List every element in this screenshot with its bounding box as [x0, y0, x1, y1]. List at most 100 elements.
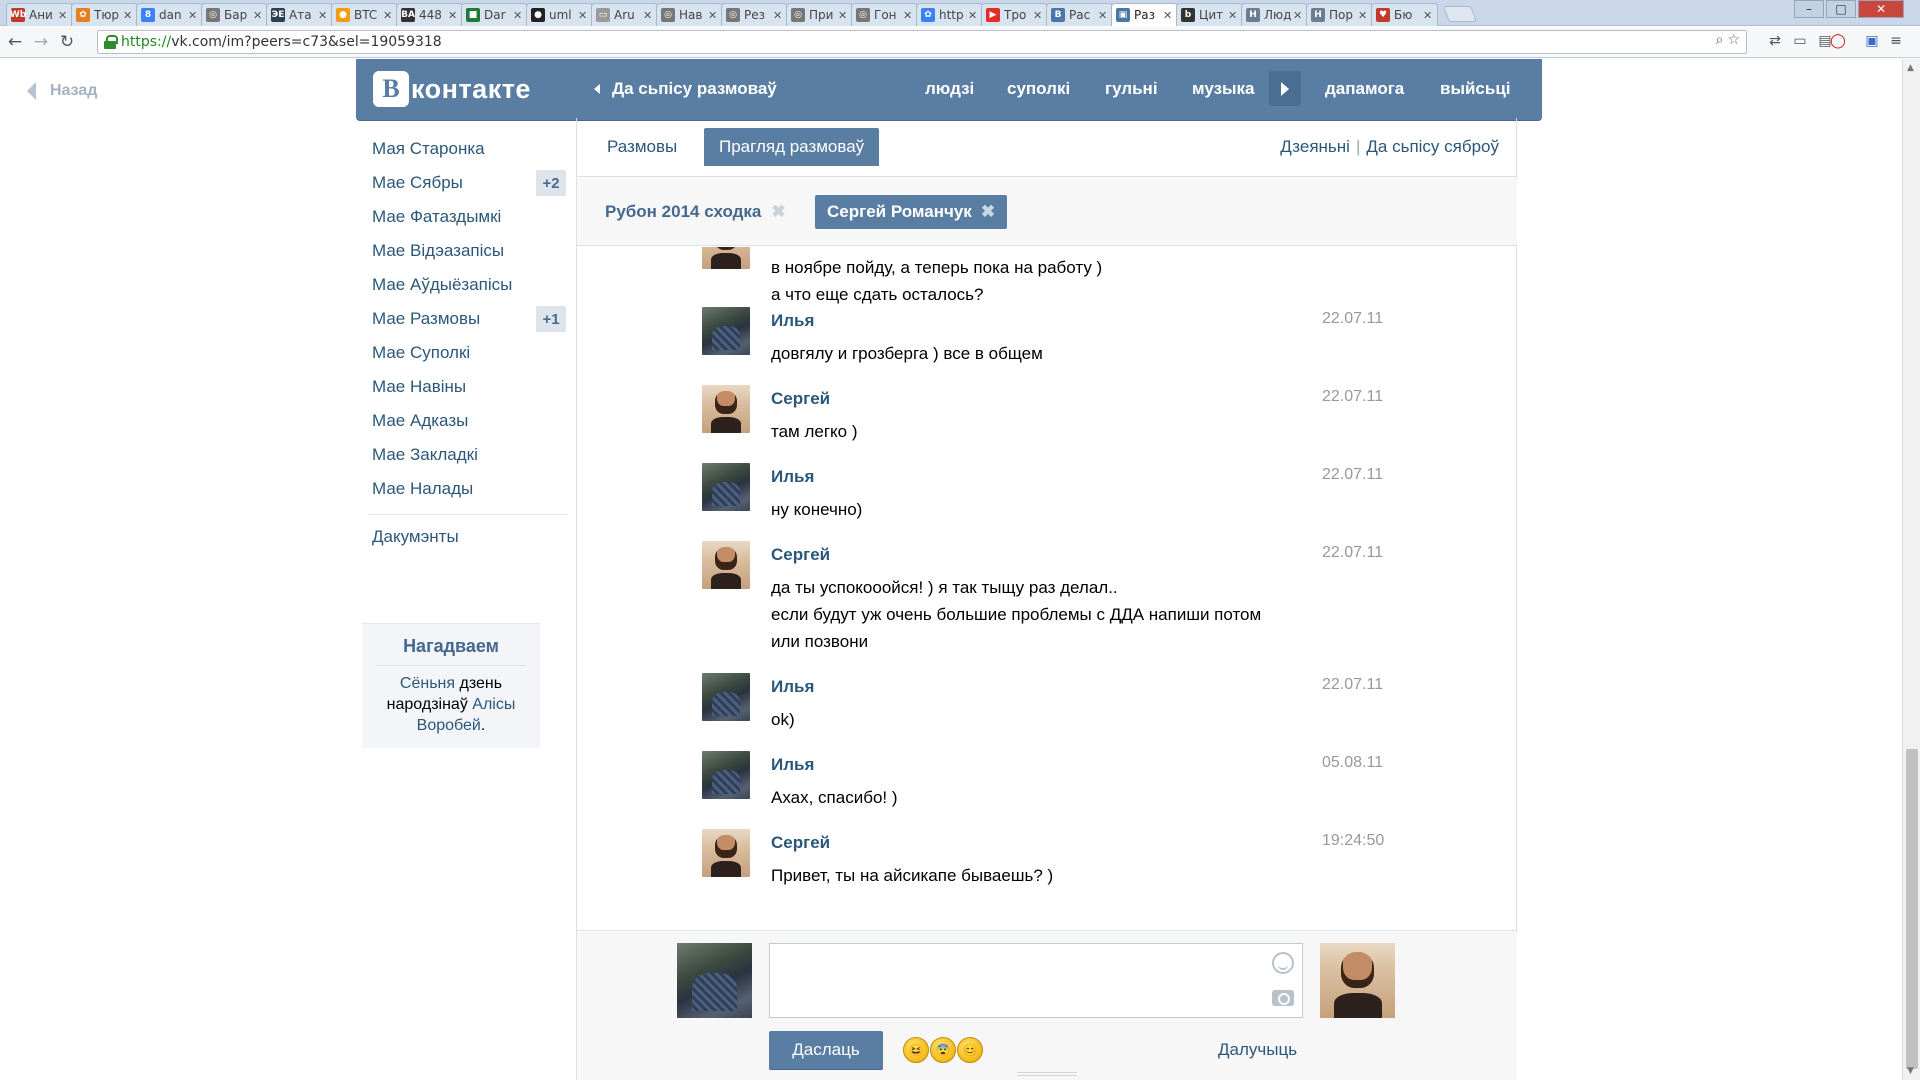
left-menu-item[interactable]: Мае Адказы: [362, 404, 568, 438]
left-menu-item[interactable]: Мае Размовы +1: [362, 302, 568, 336]
message-item[interactable]: Сергей 19:24:50 Привет, ты на айсикапе быв…: [577, 829, 1517, 890]
tab-close-icon[interactable]: ✕: [1423, 9, 1433, 22]
peer-tab-person[interactable]: Сергей Романчук ✖: [815, 195, 1008, 229]
scroll-down-icon[interactable]: ▼: [1907, 1066, 1914, 1076]
scrollbar-thumb[interactable]: [1906, 749, 1918, 1069]
tab-close-icon[interactable]: ✕: [1228, 9, 1238, 22]
browser-tab[interactable]: H Люд ✕: [1241, 3, 1308, 26]
scroll-up-icon[interactable]: ▲: [1907, 63, 1914, 73]
message-avatar[interactable]: [702, 829, 750, 877]
left-menu-item[interactable]: Мае Навіны: [362, 370, 568, 404]
message-author[interactable]: Илья: [771, 467, 814, 487]
tab-close-icon[interactable]: ✕: [1163, 9, 1173, 22]
message-item[interactable]: Сергей 22.07.11 там легко ): [577, 385, 1517, 446]
address-bar[interactable]: https://vk.com/im?peers=c73&sel=19059318…: [97, 30, 1747, 54]
tab-close-icon[interactable]: ✕: [1293, 9, 1303, 22]
message-avatar[interactable]: [702, 541, 750, 589]
left-menu-item[interactable]: Мае Аўдыёзапісы: [362, 268, 568, 302]
browser-tab[interactable]: ✿ http ✕: [916, 3, 983, 26]
tab-close-icon[interactable]: ✕: [1358, 9, 1368, 22]
left-menu-item[interactable]: Мае Відэазапісы: [362, 234, 568, 268]
forward-arrow-icon[interactable]: →: [30, 31, 52, 53]
browser-tab[interactable]: ЭЕ Ата ✕: [266, 3, 333, 26]
nav-more-button[interactable]: [1269, 71, 1301, 106]
browser-tab[interactable]: ✿ Тюр ✕: [71, 3, 138, 26]
browser-tab[interactable]: BA 448 ✕: [396, 3, 463, 26]
browser-tab[interactable]: ● BTC ✕: [331, 3, 398, 26]
tab-close-icon[interactable]: ✕: [123, 9, 133, 22]
message-author[interactable]: Илья: [771, 755, 814, 775]
message-history[interactable]: в ноябре пойду, а теперь пока на работу …: [577, 247, 1517, 931]
resize-grip[interactable]: [1017, 1072, 1077, 1076]
browser-tab[interactable]: B Рас ✕: [1046, 3, 1113, 26]
nav-groups[interactable]: суполкі: [1007, 79, 1070, 99]
close-icon[interactable]: ✖: [771, 202, 785, 222]
tab-close-icon[interactable]: ✕: [1033, 9, 1043, 22]
nav-games[interactable]: гульні: [1105, 79, 1158, 99]
vk-logo[interactable]: В контакте: [373, 71, 531, 107]
message-author[interactable]: Сергей: [771, 833, 830, 853]
tab-close-icon[interactable]: ✕: [643, 9, 653, 22]
close-icon[interactable]: ✖: [981, 202, 995, 222]
actions-link[interactable]: Дзеяньні: [1280, 137, 1350, 156]
camera-icon[interactable]: [1272, 990, 1294, 1006]
star-icon[interactable]: ☆: [1727, 32, 1740, 48]
browser-tab[interactable]: ▶ Тро ✕: [981, 3, 1048, 26]
browser-tab[interactable]: ♥ Бю ✕: [1371, 3, 1438, 26]
tab-close-icon[interactable]: ✕: [773, 9, 783, 22]
nav-help[interactable]: дапамога: [1325, 79, 1404, 99]
tab-close-icon[interactable]: ✕: [188, 9, 198, 22]
laughing-emoji-icon[interactable]: 😆: [903, 1037, 929, 1063]
message-input[interactable]: [769, 943, 1303, 1018]
tab-close-icon[interactable]: ✕: [708, 9, 718, 22]
smile-icon[interactable]: [1272, 952, 1294, 974]
message-item[interactable]: Илья 22.07.11 ну конечно): [577, 463, 1517, 524]
tab-conversations[interactable]: Размовы: [607, 137, 677, 157]
reload-icon[interactable]: ↻: [56, 31, 78, 53]
tab-close-icon[interactable]: ✕: [578, 9, 588, 22]
message-author[interactable]: Сергей: [771, 389, 830, 409]
browser-tab[interactable]: ◎ Гон ✕: [851, 3, 918, 26]
browser-tab[interactable]: Wb Ани ✕: [6, 3, 73, 26]
message-avatar[interactable]: [702, 751, 750, 799]
message-avatar[interactable]: [702, 247, 750, 269]
browser-tab[interactable]: b Цит ✕: [1176, 3, 1243, 26]
left-menu-item[interactable]: Мае Сябры +2: [362, 166, 568, 200]
message-author[interactable]: Сергей: [771, 545, 830, 565]
smile-emoji-icon[interactable]: 😊: [957, 1037, 983, 1063]
tab-close-icon[interactable]: ✕: [448, 9, 458, 22]
tab-close-icon[interactable]: ✕: [1098, 9, 1108, 22]
left-menu-item[interactable]: Мае Закладкі: [362, 438, 568, 472]
browser-tab[interactable]: ◎ Рез ✕: [721, 3, 788, 26]
extension-opera-icon[interactable]: ◯: [1828, 31, 1848, 51]
message-avatar[interactable]: [702, 307, 750, 355]
tab-close-icon[interactable]: ✕: [58, 9, 68, 22]
attach-link[interactable]: Далучыць: [1218, 1040, 1297, 1060]
message-avatar[interactable]: [702, 673, 750, 721]
browser-tab[interactable]: ▭ Aru ✕: [591, 3, 658, 26]
header-back-link[interactable]: Да сьпісу размоваў: [594, 79, 777, 99]
message-avatar[interactable]: [702, 385, 750, 433]
menu-icon[interactable]: ≡: [1886, 31, 1906, 51]
left-menu-item-documents[interactable]: Дакумэнты: [362, 523, 568, 551]
browser-tab[interactable]: ◎ При ✕: [786, 3, 853, 26]
peer-tab-group[interactable]: Рубон 2014 сходка ✖: [605, 196, 786, 228]
friends-list-link[interactable]: Да сьпісу сяброў: [1366, 137, 1499, 156]
tab-close-icon[interactable]: ✕: [838, 9, 848, 22]
tab-close-icon[interactable]: ✕: [253, 9, 263, 22]
counter-badge[interactable]: +2: [536, 170, 566, 196]
my-avatar[interactable]: [677, 943, 752, 1018]
new-tab-button[interactable]: [1443, 6, 1477, 22]
message-avatar[interactable]: [702, 463, 750, 511]
back-link[interactable]: Назад: [27, 82, 97, 100]
back-arrow-icon[interactable]: ←: [4, 31, 26, 53]
message-item[interactable]: Сергей 22.07.11 да ты успокооойся! ) я так…: [577, 541, 1517, 656]
tab-close-icon[interactable]: ✕: [318, 9, 328, 22]
message-item[interactable]: Илья 05.08.11 Ахах, спасибо! ): [577, 751, 1517, 812]
browser-tab[interactable]: ◎ Нав ✕: [656, 3, 723, 26]
extension-vk-icon[interactable]: ▣: [1862, 31, 1882, 51]
message-item[interactable]: Илья 22.07.11 довгялу и грозберга ) все в …: [577, 307, 1517, 368]
message-item[interactable]: Илья 22.07.11 ok): [577, 673, 1517, 734]
page-scrollbar[interactable]: ▲ ▼: [1902, 59, 1920, 1080]
left-menu-item[interactable]: Мае Налады: [362, 472, 568, 506]
